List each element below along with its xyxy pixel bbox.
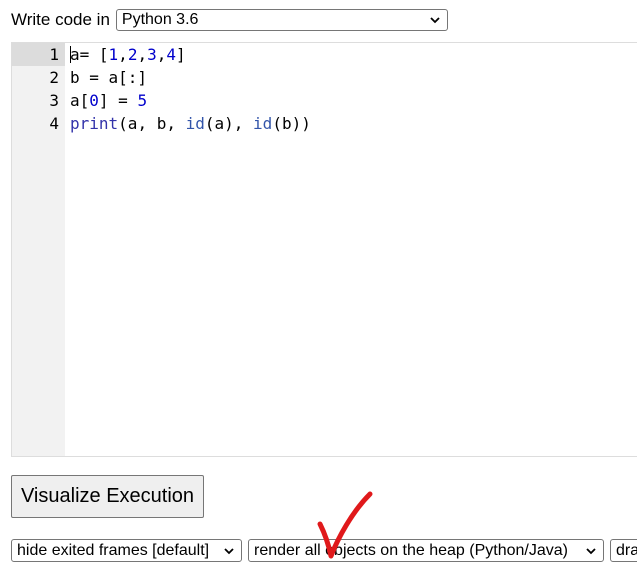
code-token: ,: [118, 45, 128, 64]
write-code-label: Write code in: [11, 10, 110, 29]
code-line[interactable]: b = a[:]: [70, 66, 637, 89]
language-row: Write code in Python 3.6: [11, 9, 448, 31]
line-number: 2: [49, 68, 59, 87]
visualize-execution-button[interactable]: Visualize Execution: [11, 475, 204, 518]
draw-select[interactable]: dra: [610, 539, 637, 562]
code-token: 4: [166, 45, 177, 64]
options-row: hide exited frames [default] render all …: [11, 539, 637, 562]
code-token: ] =: [98, 91, 138, 110]
code-line[interactable]: a= [1,2,3,4]: [70, 43, 637, 66]
code-token: ,: [137, 45, 148, 64]
line-number: 3: [49, 91, 59, 110]
draw-select-value: dra: [616, 541, 637, 559]
code-area[interactable]: a= [1,2,3,4] b = a[:] a[0] = 5 print(a, …: [65, 43, 637, 456]
frames-select[interactable]: hide exited frames [default]: [11, 539, 242, 562]
line-number: 1: [12, 43, 65, 66]
code-line[interactable]: a[0] = 5: [70, 89, 637, 112]
code-token: 3: [147, 45, 157, 64]
language-select[interactable]: Python 3.6: [115, 9, 448, 31]
line-number: 4: [49, 114, 59, 133]
chevron-down-icon: [586, 547, 596, 554]
code-line[interactable]: print(a, b, id(a), id(b)): [70, 112, 637, 135]
code-token: b = a[:]: [70, 68, 148, 87]
code-token: a= [: [70, 45, 109, 64]
code-token: (a),: [204, 114, 254, 133]
code-editor[interactable]: 1 2 3 4 a= [1,2,3,4] b = a[:] a[0] = 5 p…: [11, 42, 637, 457]
code-token: (b)): [272, 114, 311, 133]
language-select-value: Python 3.6: [121, 11, 199, 28]
frames-select-value: hide exited frames [default]: [17, 541, 210, 559]
chevron-down-icon: [430, 17, 440, 24]
code-token: print: [70, 114, 119, 133]
code-token: ]: [176, 45, 186, 64]
chevron-down-icon: [224, 547, 234, 554]
code-token: a[: [70, 91, 90, 110]
text-cursor: [70, 46, 71, 63]
line-number-gutter: 1 2 3 4: [12, 43, 65, 456]
code-token: 5: [137, 91, 148, 110]
heap-select-value: render all objects on the heap (Python/J…: [254, 541, 568, 559]
code-token: 2: [127, 45, 138, 64]
code-token: 1: [108, 45, 119, 64]
code-token: id: [253, 114, 273, 133]
code-token: (a, b,: [118, 114, 186, 133]
heap-select[interactable]: render all objects on the heap (Python/J…: [248, 539, 604, 562]
code-token: ,: [156, 45, 167, 64]
code-token: 0: [89, 91, 99, 110]
code-token: id: [185, 114, 205, 133]
